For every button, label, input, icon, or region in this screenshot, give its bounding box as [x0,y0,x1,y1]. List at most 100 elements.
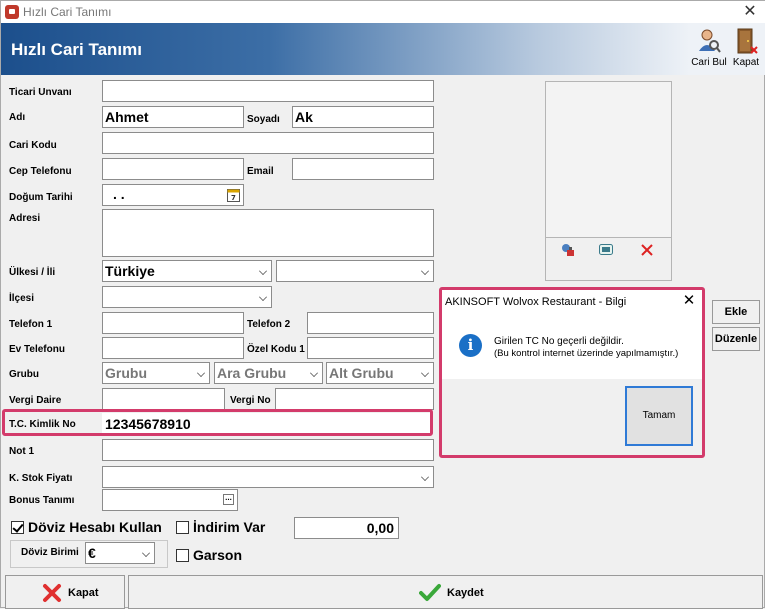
restaurant-app-icon [5,5,19,19]
page-title: Hızlı Cari Tanımı [11,40,142,59]
chevron-down-icon [259,267,267,275]
dialog-message: Girilen TC No geçerli değildir. [494,336,624,347]
adi-input[interactable]: Ahmet [102,106,244,128]
form-header: Hızlı Cari Tanımı Cari Bul Kapat [1,23,765,75]
dogum-tarihi-input[interactable]: . . 7 [102,184,244,206]
doviz-birimi-value: € [88,545,96,561]
ticari-unvani-label: Ticari Unvanı [9,87,72,98]
photo-toolbar [545,238,672,281]
chevron-down-icon [142,549,150,557]
garson-checkbox[interactable] [176,549,189,562]
alt-grubu-value: Alt Grubu [329,365,394,381]
header-kapat-button[interactable]: Kapat [730,25,762,71]
header-kapat-label: Kapat [732,57,760,68]
cari-kodu-label: Cari Kodu [9,140,57,151]
telefon1-label: Telefon 1 [9,319,53,330]
doviz-birimi-select[interactable]: € [85,542,155,564]
photo-load-icon[interactable] [561,243,575,257]
chevron-down-icon [197,369,205,377]
webcam-icon[interactable] [599,244,613,256]
adi-label: Adı [9,112,26,123]
ellipsis-icon[interactable]: ... [223,494,234,505]
garson-label: Garson [193,547,243,563]
ulkesi-value: Türkiye [105,263,155,279]
not1-input[interactable] [102,439,434,461]
info-icon: i [459,334,482,357]
kapat-button[interactable]: Kapat [5,575,125,609]
ekle-button[interactable]: Ekle [712,300,760,324]
cari-bul-button[interactable]: Cari Bul [689,25,729,71]
hizli-cari-window: Hızlı Cari Tanımı ✕ Hızlı Cari Tanımı Ca… [0,0,765,609]
calendar-icon[interactable]: 7 [227,188,240,202]
soyadi-label: Soyadı [247,114,280,125]
telefon2-input[interactable] [307,312,434,334]
title-bar: Hızlı Cari Tanımı ✕ [1,1,765,23]
chevron-down-icon [310,369,318,377]
adresi-label: Adresi [9,213,41,224]
telefon2-label: Telefon 2 [247,319,291,330]
grubu-label: Grubu [9,369,39,380]
ara-grubu-value: Ara Grubu [217,365,287,381]
soyadi-input[interactable]: Ak [292,106,434,128]
bonus-tanimi-input[interactable]: ... [102,489,238,511]
dialog-title: AKINSOFT Wolvox Restaurant - Bilgi [445,296,627,308]
ozel-kodu1-label: Özel Kodu 1 [247,344,305,355]
email-label: Email [247,166,274,177]
k-stok-fiyati-select[interactable] [102,466,434,488]
doviz-hesabi-checkbox[interactable] [11,521,24,534]
cep-telefonu-label: Cep Telefonu [9,166,72,177]
person-search-icon [699,29,721,53]
chevron-down-icon [421,473,429,481]
tamam-button[interactable]: Tamam [625,386,693,446]
ev-telefonu-input[interactable] [102,337,244,359]
indirim-var-checkbox[interactable] [176,521,189,534]
email-input[interactable] [292,158,434,180]
ilcesi-select[interactable] [102,286,272,308]
vergi-daire-label: Vergi Daire [9,395,62,406]
vergi-no-input[interactable] [275,388,434,410]
door-exit-icon [737,28,758,54]
close-x-icon [43,584,61,602]
cari-kodu-input[interactable] [102,132,434,154]
info-dialog: AKINSOFT Wolvox Restaurant - Bilgi ✕ i G… [439,287,705,458]
cari-bul-label: Cari Bul [691,57,727,68]
cep-telefonu-input[interactable] [102,158,244,180]
svg-text:7: 7 [231,194,236,202]
chevron-down-icon [421,369,429,377]
not1-label: Not 1 [9,446,34,457]
vergi-no-label: Vergi No [230,395,271,406]
grubu-select[interactable]: Grubu [102,362,210,384]
vergi-daire-input[interactable] [102,388,225,410]
ticari-unvani-input[interactable] [102,80,434,102]
kapat-label: Kapat [68,587,99,599]
checkmark-icon [419,584,441,601]
window-title: Hızlı Cari Tanımı [23,5,112,19]
photo-preview[interactable] [545,81,672,238]
doviz-hesabi-label: Döviz Hesabı Kullan [28,519,162,535]
duzenle-button[interactable]: Düzenle [712,327,760,351]
ozel-kodu1-input[interactable] [307,337,434,359]
tc-kimlik-highlight [2,409,433,436]
kaydet-label: Kaydet [447,587,484,599]
telefon1-input[interactable] [102,312,244,334]
delete-x-icon[interactable] [641,244,653,256]
dogum-tarihi-value: . . [113,186,125,202]
grubu-value: Grubu [105,365,147,381]
ilcesi-label: İlçesi [9,293,35,304]
ev-telefonu-label: Ev Telefonu [9,344,65,355]
kaydet-button[interactable]: Kaydet [128,575,763,609]
window-close-button[interactable]: ✕ [740,2,760,22]
adresi-textarea[interactable] [102,209,434,257]
ara-grubu-select[interactable]: Ara Grubu [214,362,323,384]
dialog-close-button[interactable]: ✕ [680,292,698,310]
ulkesi-select[interactable]: Türkiye [102,260,272,282]
dogum-tarihi-label: Doğum Tarihi [9,192,73,203]
ulkesi-ili-label: Ülkesi / İli [9,267,56,278]
k-stok-fiyati-label: K. Stok Fiyatı [9,473,73,484]
ili-select[interactable] [276,260,434,282]
indirim-var-label: İndirim Var [193,519,266,535]
dialog-note: (Bu kontrol internet üzerinde yapılmamış… [494,348,679,359]
indirim-input[interactable]: 0,00 [294,517,399,539]
chevron-down-icon [421,267,429,275]
alt-grubu-select[interactable]: Alt Grubu [326,362,434,384]
